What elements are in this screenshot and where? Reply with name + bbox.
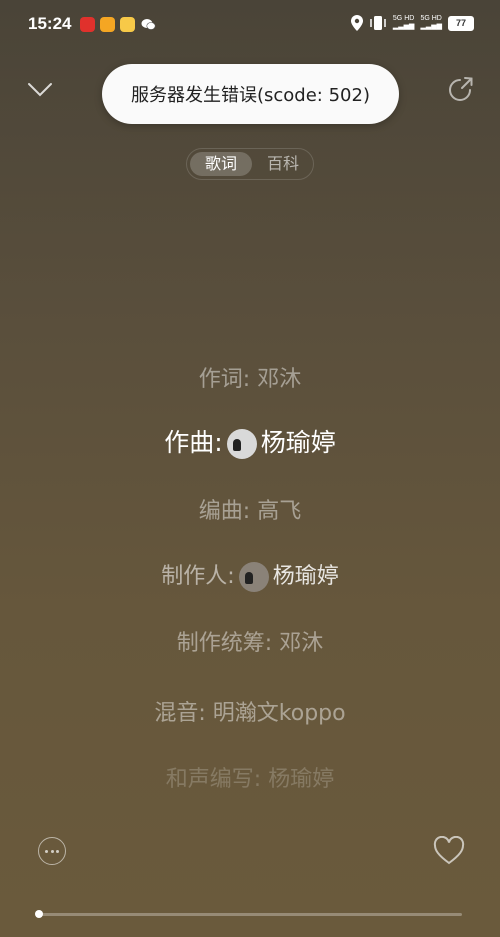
vibrate-icon: [370, 16, 386, 30]
weibo-icon: [100, 17, 115, 32]
lyric-line[interactable]: 和声编写: 杨瑜婷: [0, 761, 500, 793]
avatar[interactable]: [226, 429, 257, 459]
credit-label: 作曲:: [164, 428, 223, 457]
lyric-line[interactable]: 制作统筹: 邓沐: [0, 625, 500, 657]
emoji-app-icon: [120, 17, 135, 32]
status-time: 15:24: [28, 14, 72, 33]
tab-lyrics[interactable]: 歌词: [190, 152, 252, 176]
location-icon: [350, 15, 363, 31]
tab-wiki[interactable]: 百科: [255, 152, 311, 176]
artist-name[interactable]: 杨瑜婷: [261, 428, 336, 457]
signal-2: 5G HD ▂▃▅▆: [420, 15, 442, 30]
heart-icon[interactable]: [433, 836, 465, 866]
avatar[interactable]: [238, 562, 269, 592]
dot: [50, 849, 54, 853]
dot: [56, 849, 59, 853]
dot: [45, 849, 48, 853]
lyric-line[interactable]: 混音: 明瀚文koppo: [0, 695, 500, 727]
lyric-line[interactable]: 作词: 邓沐: [0, 361, 500, 393]
signal-1: 5G HD ▂▃▅▆: [392, 15, 415, 30]
chevron-down-icon[interactable]: [25, 75, 55, 103]
battery-indicator: 77: [448, 15, 474, 31]
credit-label: 制作人:: [161, 564, 235, 589]
lyric-line-current[interactable]: 作曲: 杨瑜婷: [0, 423, 500, 459]
netease-music-icon: [80, 17, 95, 32]
error-toast: 服务器发生错误(scode: 502): [102, 64, 399, 124]
share-icon[interactable]: [443, 73, 477, 107]
progress-knob[interactable]: [35, 910, 43, 918]
lyric-line[interactable]: 制作人: 杨瑜婷: [0, 558, 500, 592]
lyrics-wiki-switch: 歌词 百科: [186, 148, 314, 180]
wechat-icon: [141, 17, 156, 32]
artist-name[interactable]: 杨瑜婷: [273, 564, 339, 589]
status-bar: 15:24 5G HD ▂▃▅▆ 5G HD ▂▃▅▆ 77: [0, 0, 500, 50]
progress-bar[interactable]: [38, 913, 462, 916]
lyric-line[interactable]: 编曲: 高飞: [0, 493, 500, 525]
more-options-button[interactable]: [38, 837, 66, 865]
